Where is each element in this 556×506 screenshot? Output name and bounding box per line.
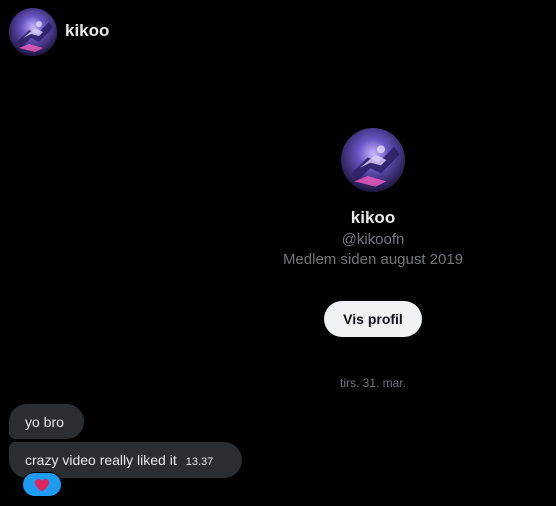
avatar-icon <box>341 128 405 192</box>
dm-conversation-page: kikoo kikoo @kikoofn Medlem siden august… <box>0 0 556 506</box>
message-text: yo bro <box>25 413 64 430</box>
message-timestamp: 13.37 <box>185 456 214 468</box>
header-name[interactable]: kikoo <box>65 21 109 41</box>
message-reaction[interactable] <box>22 472 62 497</box>
profile-joined-date: Medlem siden august 2019 <box>282 251 464 268</box>
conversation-header: kikoo <box>9 8 109 56</box>
message-text: crazy video really liked it <box>25 452 177 468</box>
profile-name: kikoo <box>350 208 396 227</box>
avatar-icon <box>9 8 57 56</box>
profile-card: kikoo @kikoofn Medlem siden august 2019 … <box>240 128 506 337</box>
profile-avatar[interactable] <box>341 128 405 192</box>
message-bubble[interactable]: yo bro <box>9 404 84 439</box>
profile-handle: @kikoofn <box>341 231 405 248</box>
heart-icon <box>35 478 49 491</box>
view-profile-button[interactable]: Vis profil <box>324 301 422 337</box>
date-separator: tirs. 31. mar. <box>339 376 407 390</box>
avatar[interactable] <box>9 8 57 56</box>
